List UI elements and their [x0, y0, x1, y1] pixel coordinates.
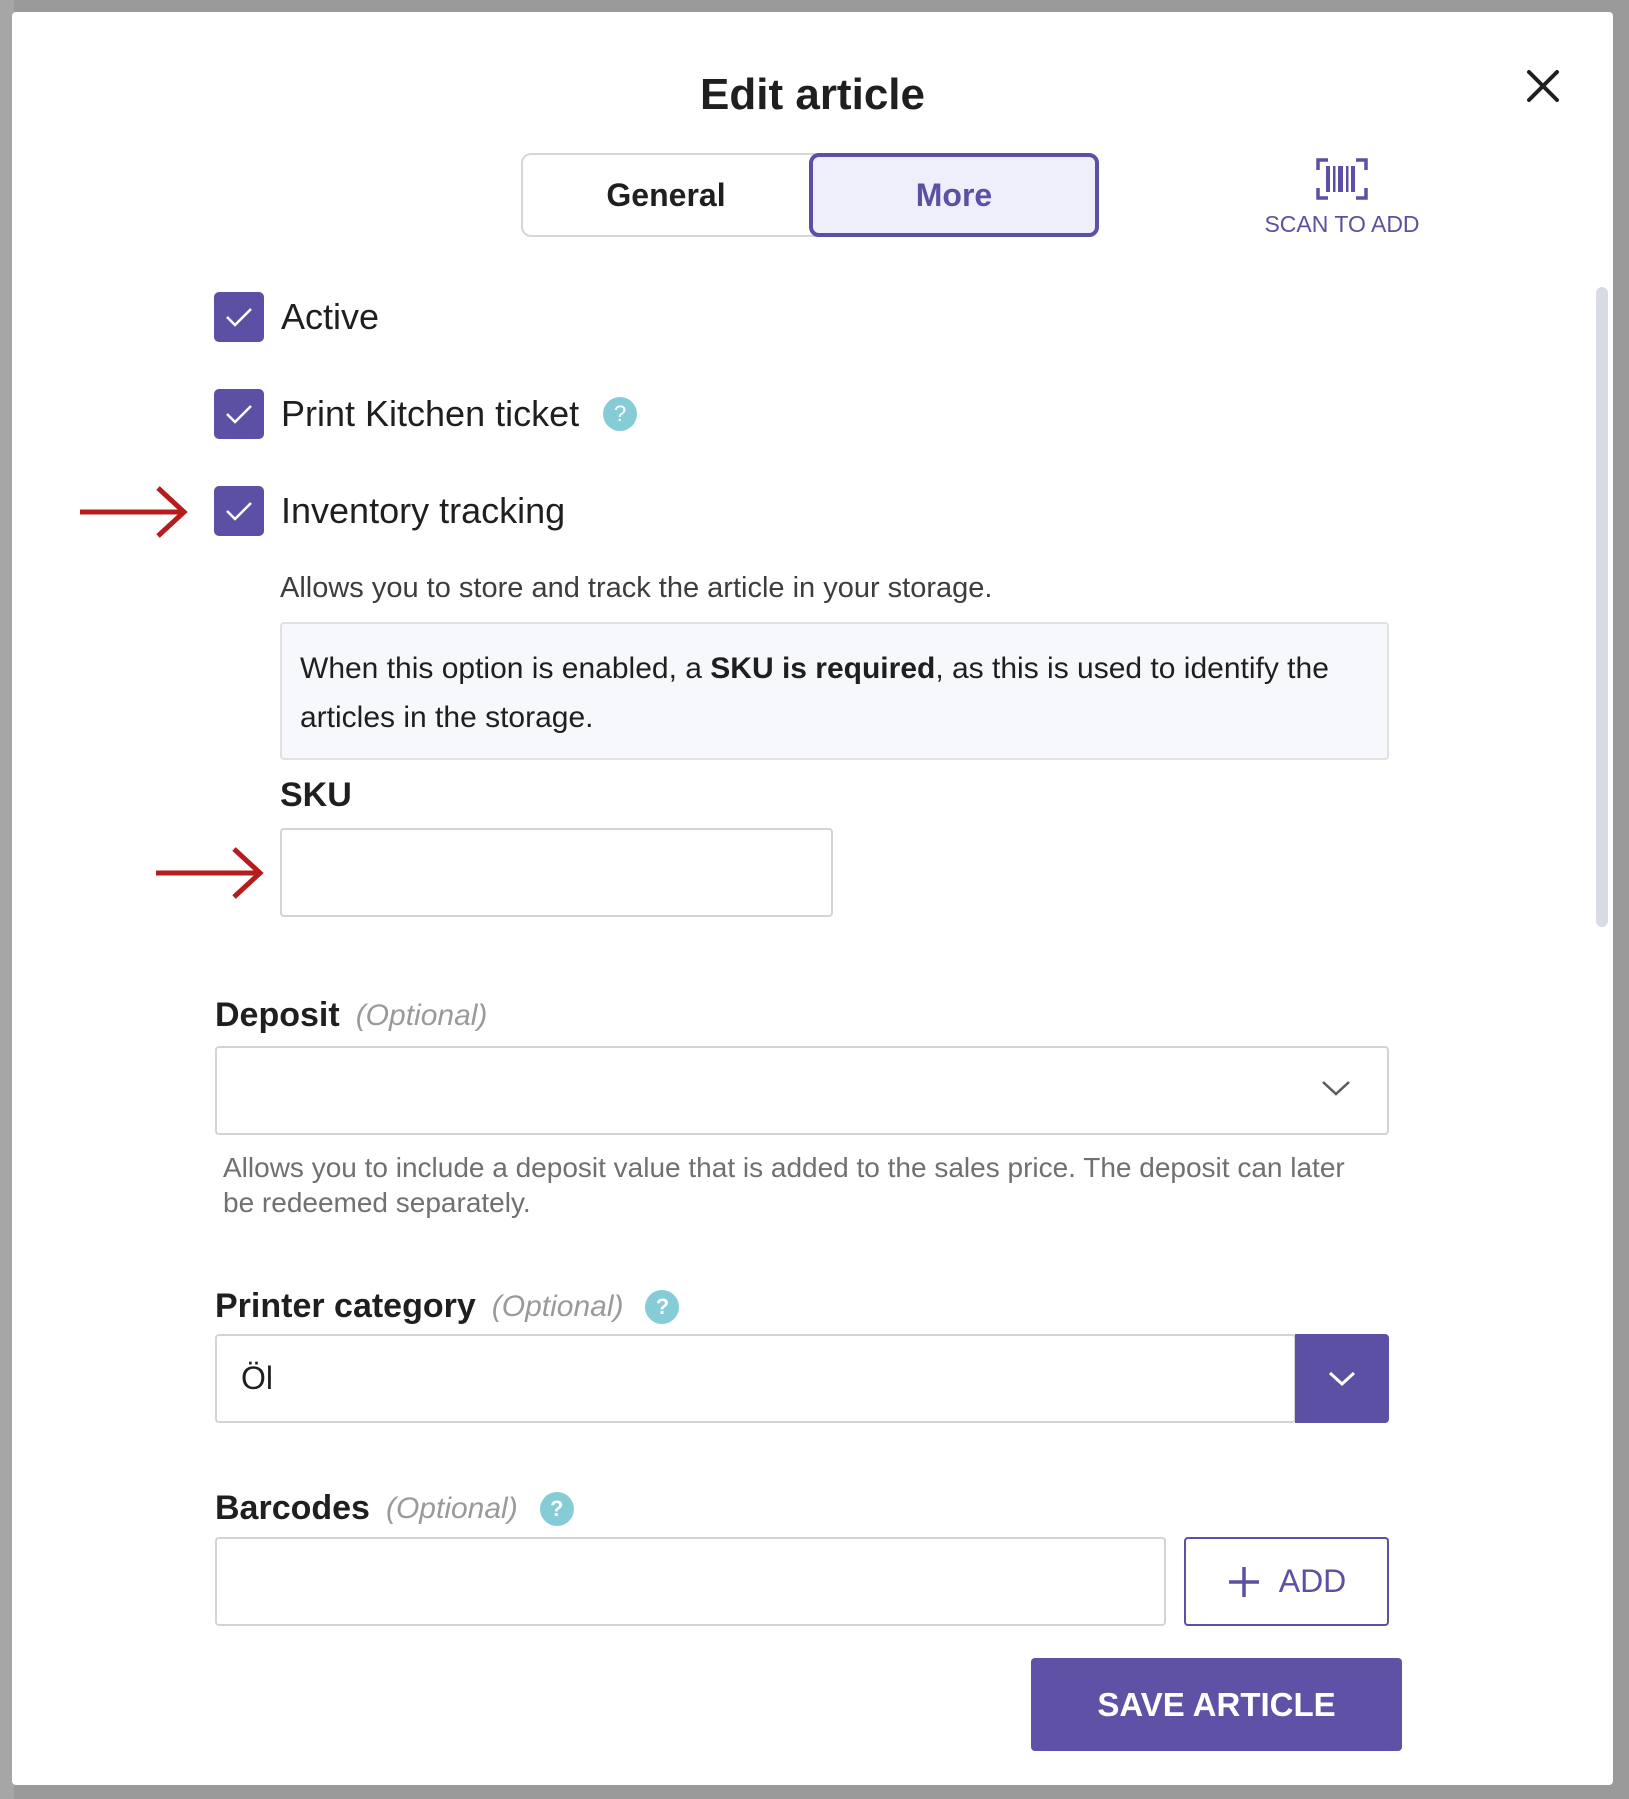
modal-title: Edit article — [700, 70, 925, 119]
info-text-bold: SKU is required — [710, 652, 936, 685]
barcode-scan-icon — [1316, 158, 1368, 200]
active-checkbox[interactable] — [214, 292, 264, 342]
sku-label: SKU — [280, 776, 352, 815]
scan-to-add-button[interactable]: SCAN TO ADD — [1252, 158, 1432, 238]
deposit-label: Deposit (Optional) — [215, 996, 487, 1035]
save-article-button[interactable]: SAVE ARTICLE — [1031, 1658, 1402, 1751]
tab-switcher: General More — [521, 153, 1099, 237]
printer-category-value: Öl — [241, 1360, 273, 1396]
plus-icon — [1227, 1565, 1261, 1599]
add-barcode-label: ADD — [1278, 1563, 1347, 1599]
deposit-hint: Allows you to include a deposit value th… — [223, 1152, 1345, 1218]
inventory-hint: Allows you to store and track the articl… — [280, 572, 993, 604]
modal-scrollbar[interactable] — [1596, 287, 1608, 927]
barcodes-label: Barcodes (Optional) ? — [215, 1489, 574, 1528]
print-kitchen-checkbox[interactable] — [214, 389, 264, 439]
printer-category-help-icon[interactable]: ? — [645, 1289, 680, 1324]
active-row: Active — [214, 292, 379, 342]
info-text-prefix: When this option is enabled, a — [300, 652, 711, 685]
annotation-arrow-icon — [80, 486, 188, 538]
active-label: Active — [281, 296, 380, 337]
print-kitchen-row: Print Kitchen ticket ? — [214, 389, 638, 439]
deposit-optional-text: (Optional) — [355, 998, 488, 1032]
close-button[interactable] — [1519, 62, 1567, 110]
check-icon — [226, 502, 252, 521]
edit-article-modal: Edit article General More SCAN TO ADD Ac… — [12, 12, 1613, 1785]
printer-category-optional-text: (Optional) — [491, 1289, 624, 1323]
check-icon — [226, 405, 252, 424]
print-kitchen-help-icon[interactable]: ? — [603, 397, 638, 431]
barcode-input[interactable] — [215, 1537, 1166, 1626]
sku-info-box: When this option is enabled, a SKU is re… — [280, 622, 1389, 760]
printer-category-label: Printer category (Optional) ? — [215, 1287, 680, 1326]
inventory-label: Inventory tracking — [281, 490, 566, 531]
chevron-down-icon — [1322, 1081, 1350, 1096]
deposit-select[interactable] — [215, 1046, 1389, 1135]
sku-input[interactable] — [280, 828, 833, 917]
deposit-label-text: Deposit — [215, 996, 340, 1034]
print-kitchen-label: Print Kitchen ticket — [281, 393, 580, 434]
inventory-checkbox[interactable] — [214, 486, 264, 536]
scan-to-add-label: SCAN TO ADD — [1264, 211, 1420, 237]
check-icon — [226, 308, 252, 327]
close-icon — [1527, 70, 1559, 102]
printer-category-label-text: Printer category — [215, 1287, 476, 1325]
add-barcode-button[interactable]: ADD — [1184, 1537, 1389, 1626]
chevron-down-icon — [1328, 1371, 1356, 1386]
tab-general[interactable]: General — [521, 153, 811, 237]
inventory-row: Inventory tracking — [214, 486, 565, 536]
printer-category-input[interactable]: Öl — [215, 1334, 1296, 1423]
sku-label-text: SKU — [280, 776, 352, 814]
printer-category-dropdown-button[interactable] — [1295, 1334, 1389, 1423]
tab-more[interactable]: More — [809, 153, 1099, 237]
barcodes-help-icon[interactable]: ? — [539, 1491, 574, 1526]
annotation-arrow-icon — [156, 847, 264, 899]
barcodes-label-text: Barcodes — [215, 1489, 370, 1527]
barcodes-optional-text: (Optional) — [385, 1491, 518, 1525]
